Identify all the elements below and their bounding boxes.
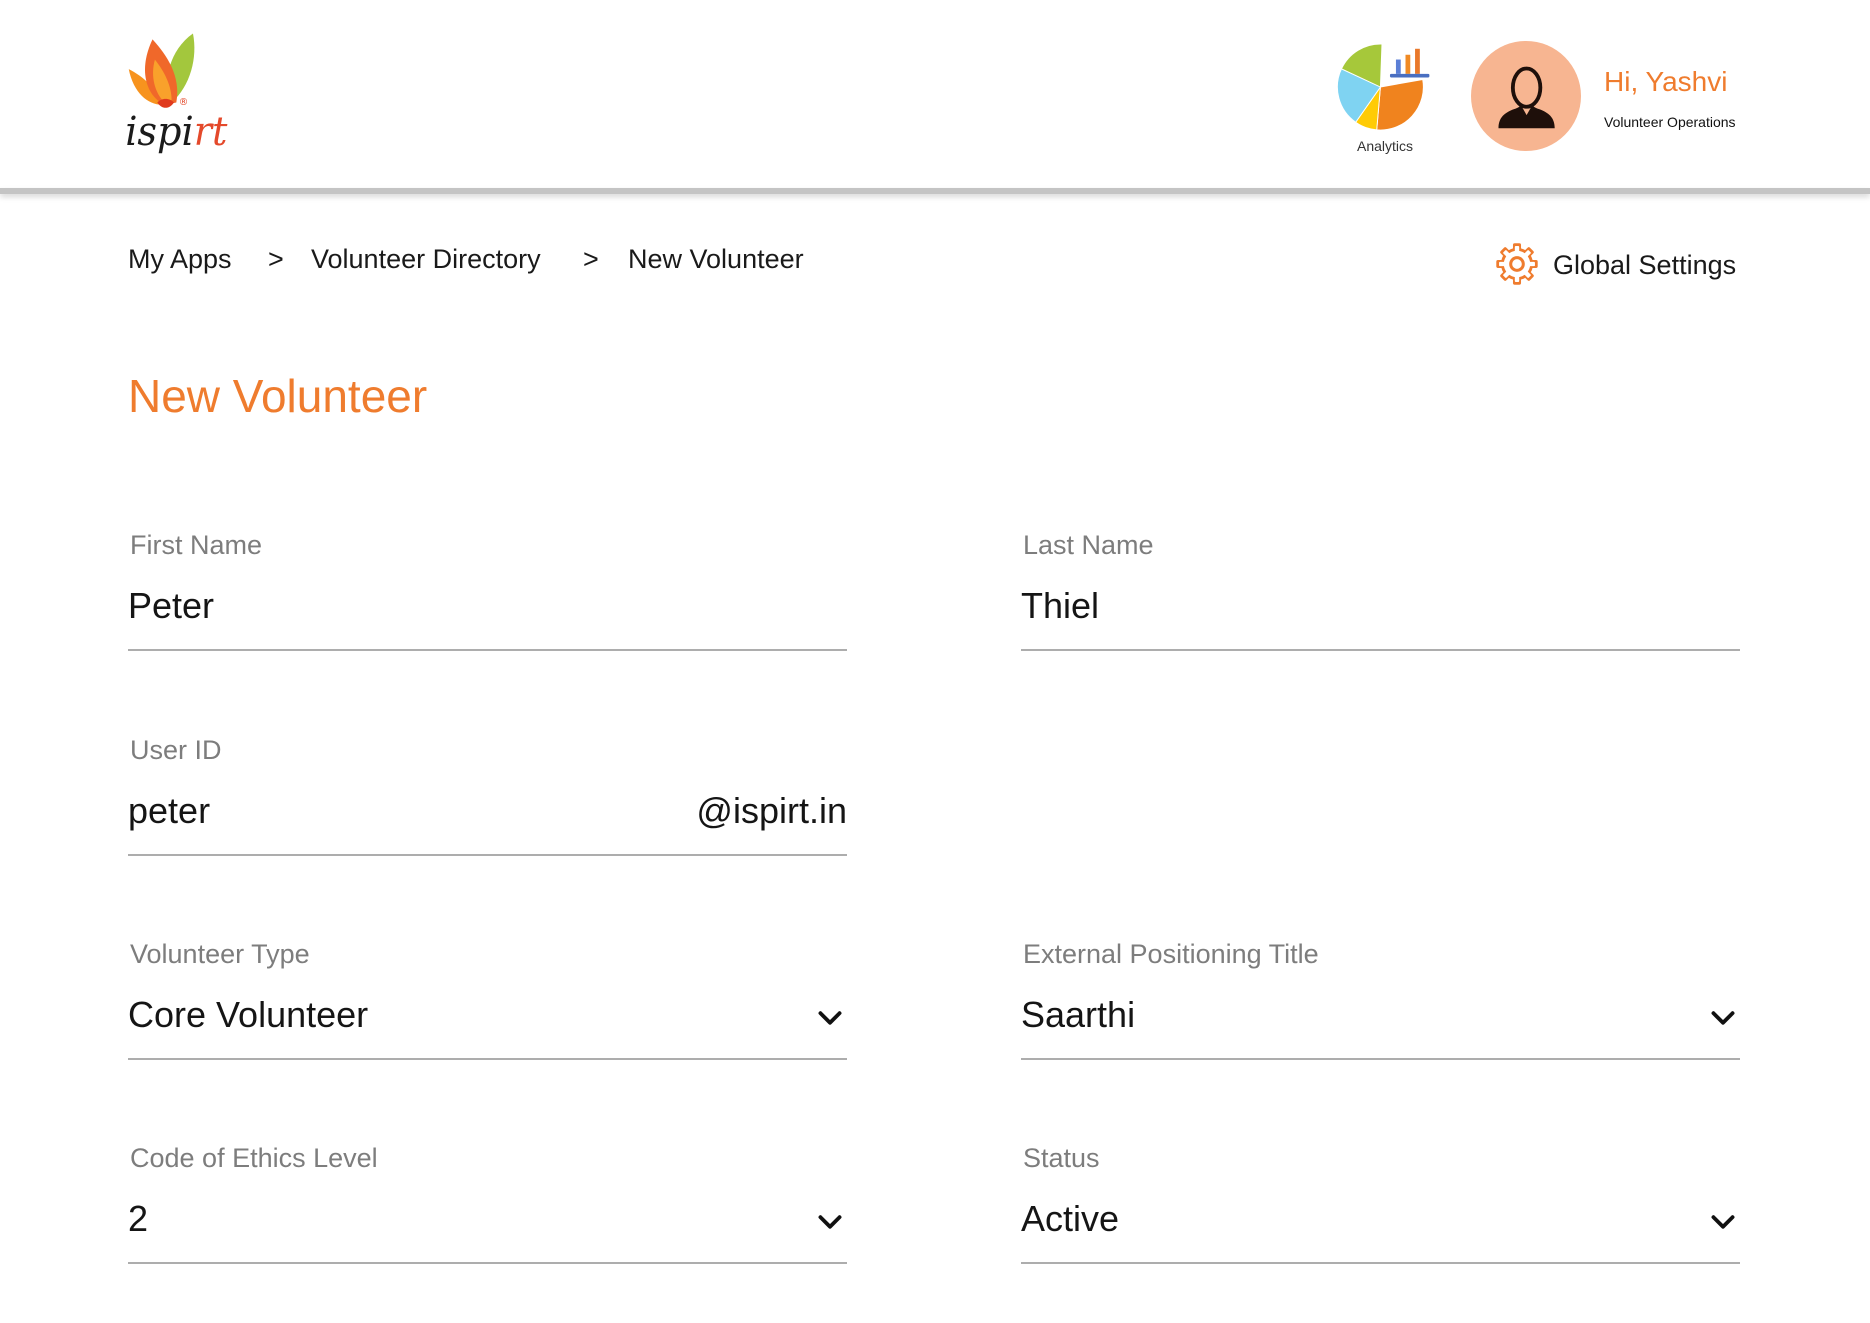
analytics-pie-chart-icon (1337, 44, 1430, 130)
global-settings-label: Global Settings (1553, 250, 1737, 280)
breadcrumb-my-apps[interactable]: My Apps (128, 242, 232, 276)
chevron-down-icon[interactable] (1710, 1010, 1736, 1027)
volunteer-type-label: Volunteer Type (130, 939, 310, 969)
last-name-field: Last Name (1021, 529, 1740, 651)
status-field: Status Active (1021, 1142, 1740, 1264)
user-id-input[interactable] (128, 789, 548, 833)
chevron-down-icon[interactable] (1710, 1214, 1736, 1231)
external-positioning-title-select[interactable]: Saarthi (1021, 993, 1740, 1058)
code-of-ethics-level-select[interactable]: 2 (128, 1197, 847, 1262)
chevron-down-icon[interactable] (817, 1214, 843, 1231)
volunteer-type-value: Core Volunteer (128, 994, 369, 1035)
analytics-button[interactable]: Analytics (1336, 44, 1434, 156)
user-silhouette-icon (1498, 66, 1555, 129)
user-id-domain-suffix: @ispirt.in (696, 790, 847, 831)
first-name-input[interactable] (128, 584, 847, 628)
code-of-ethics-level-label: Code of Ethics Level (130, 1143, 378, 1173)
external-positioning-title-field: External Positioning Title Saarthi (1021, 938, 1740, 1060)
chevron-down-icon[interactable] (817, 1010, 843, 1027)
status-value: Active (1021, 1198, 1120, 1239)
page-title: New Volunteer (128, 370, 428, 422)
breadcrumb-volunteer-directory[interactable]: Volunteer Directory (311, 242, 541, 276)
global-settings-button[interactable]: Global Settings (1494, 241, 1744, 287)
breadcrumb-current-page: New Volunteer (628, 244, 804, 274)
status-select[interactable]: Active (1021, 1197, 1740, 1262)
last-name-input[interactable] (1021, 584, 1740, 628)
gear-icon (1496, 243, 1538, 285)
logo-text: ispirt (125, 107, 228, 155)
breadcrumb-separator: > (268, 244, 284, 274)
user-id-field: User ID @ispirt.in (128, 734, 847, 856)
volunteer-type-field: Volunteer Type Core Volunteer (128, 938, 847, 1060)
user-id-label: User ID (130, 735, 222, 765)
first-name-label: First Name (130, 530, 263, 560)
analytics-label: Analytics (1356, 138, 1414, 154)
breadcrumb-separator: > (583, 244, 599, 274)
code-of-ethics-level-value: 2 (128, 1198, 149, 1239)
logo-registered-mark: ® (179, 97, 189, 108)
user-role: Volunteer Operations (1604, 114, 1736, 130)
status-label: Status (1023, 1143, 1100, 1173)
first-name-field: First Name (128, 529, 847, 651)
top-header: ® ispirt Analytics Hi, Yashvi Volunteer … (0, 0, 1870, 188)
external-positioning-title-value: Saarthi (1021, 994, 1136, 1035)
last-name-label: Last Name (1023, 530, 1154, 560)
user-greeting: Hi, Yashvi (1604, 66, 1728, 97)
user-avatar[interactable] (1471, 41, 1581, 151)
volunteer-type-select[interactable]: Core Volunteer (128, 993, 847, 1058)
ispirt-logo[interactable]: ® ispirt (124, 31, 231, 162)
external-positioning-title-label: External Positioning Title (1023, 939, 1319, 969)
code-of-ethics-level-field: Code of Ethics Level 2 (128, 1142, 847, 1264)
header-divider (0, 188, 1870, 194)
